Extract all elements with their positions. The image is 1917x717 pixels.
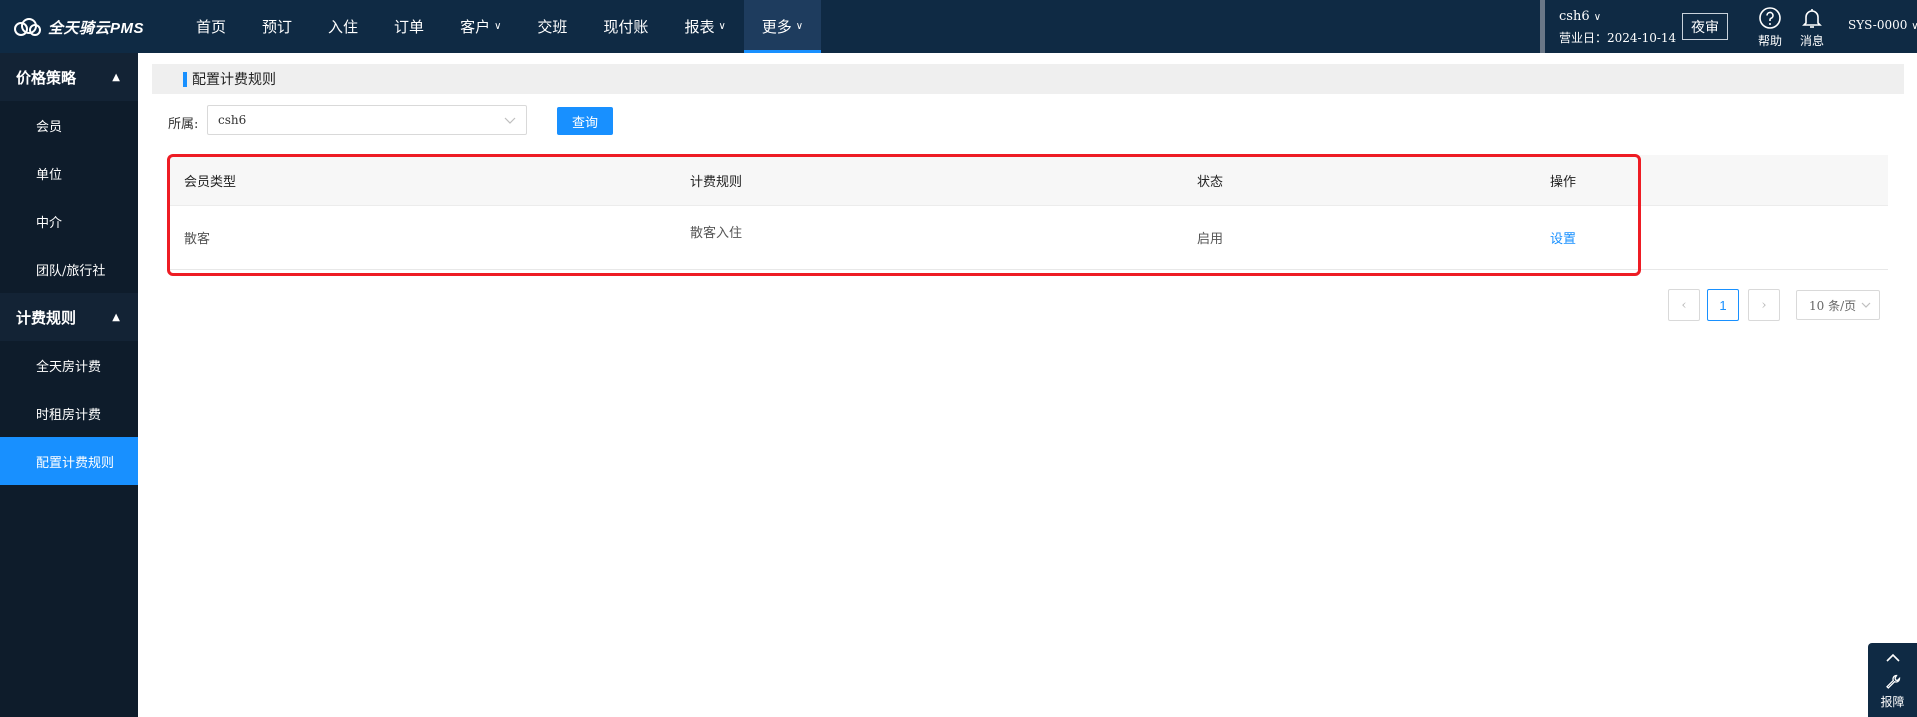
- sidebar-item-configure-billing-rules[interactable]: 配置计费规则: [0, 437, 138, 485]
- sidebar-item-label: 团队/旅行社: [36, 263, 106, 279]
- cell-status: 启用: [1197, 232, 1224, 247]
- nav-label: 入住: [328, 18, 359, 36]
- sidebar-item-label: 单位: [36, 167, 63, 183]
- night-audit-button[interactable]: 夜审: [1682, 13, 1728, 40]
- sidebar-item-label: 配置计费规则: [36, 455, 115, 471]
- chevron-up-icon: ▲: [112, 71, 120, 83]
- chevron-down-icon: ∨: [1911, 21, 1917, 32]
- column-header-billing-rule: 计费规则: [690, 174, 743, 190]
- sidebar: 价格策略 ▲ 会员 单位 中介 团队/旅行社 计费规则 ▲ 全天房计费 时租房计…: [0, 53, 138, 717]
- hotel-name: csh6: [1559, 9, 1590, 24]
- user-menu[interactable]: SYS-0000 ∨: [1848, 18, 1917, 32]
- nav-orders[interactable]: 订单: [376, 0, 442, 53]
- chevron-down-icon: [504, 117, 516, 124]
- nav-cash-account[interactable]: 现付账: [585, 0, 666, 53]
- help-label: 帮助: [1757, 34, 1782, 48]
- query-button[interactable]: 查询: [557, 107, 613, 135]
- nav-more[interactable]: 更多 ∨: [743, 0, 822, 53]
- sidebar-item-label: 中介: [36, 215, 63, 231]
- help-icon: [1759, 7, 1781, 29]
- column-header-action: 操作: [1550, 174, 1577, 190]
- table-row: 散客 散客入住 启用 设置: [168, 206, 1888, 270]
- messages-button[interactable]: 消息: [1795, 6, 1829, 49]
- wrench-icon: [1885, 674, 1900, 689]
- chevron-up-icon: [1885, 653, 1900, 662]
- nav-label: 首页: [196, 18, 227, 36]
- sidebar-item-label: 会员: [36, 119, 63, 135]
- support-widget[interactable]: 报障: [1868, 643, 1917, 717]
- filter-label: 所属:: [168, 117, 199, 132]
- page-header: 配置计费规则: [152, 64, 1904, 94]
- chevron-up-icon: ▲: [112, 311, 120, 323]
- sidebar-item-label: 全天房计费: [36, 359, 102, 375]
- brand-logo[interactable]: 全天骑云PMS: [12, 14, 144, 40]
- page-title: 配置计费规则: [192, 72, 276, 88]
- nav-reports[interactable]: 报表 ∨: [666, 0, 743, 53]
- page-size-value: 10 条/页: [1809, 298, 1857, 313]
- nav-label: 客户: [460, 18, 491, 36]
- sidebar-item-hourly-billing[interactable]: 时租房计费: [0, 389, 138, 437]
- column-header-member-type: 会员类型: [184, 174, 237, 190]
- hotel-selector[interactable]: csh6 ∨: [1559, 9, 1601, 24]
- column-header-status: 状态: [1197, 174, 1224, 190]
- sidebar-item-agent[interactable]: 中介: [0, 197, 138, 245]
- messages-label: 消息: [1799, 34, 1824, 48]
- chevron-right-icon: ›: [1761, 297, 1767, 313]
- page-size-select[interactable]: 10 条/页: [1796, 290, 1880, 320]
- business-date: 营业日：2024-10-14: [1559, 31, 1677, 45]
- chevron-left-icon: ‹: [1681, 297, 1687, 313]
- next-page-button[interactable]: ›: [1748, 289, 1780, 321]
- help-button[interactable]: 帮助: [1753, 6, 1787, 49]
- settings-link[interactable]: 设置: [1550, 228, 1576, 247]
- cloud-logo-icon: [14, 18, 41, 36]
- chevron-down-icon: [1861, 302, 1871, 308]
- sidebar-group-title: 价格策略: [16, 68, 77, 87]
- nav-reservation[interactable]: 预订: [244, 0, 310, 53]
- chevron-down-icon: ∨: [1593, 12, 1602, 23]
- chevron-down-icon: ∨: [795, 21, 804, 32]
- sidebar-item-label: 时租房计费: [36, 407, 102, 423]
- sidebar-group-price-strategy[interactable]: 价格策略 ▲: [0, 53, 138, 101]
- nav-label: 报表: [684, 18, 715, 36]
- table-header: 会员类型 计费规则 状态 操作: [168, 155, 1888, 206]
- cell-billing-rule: 散客入住: [690, 226, 743, 241]
- nav-label: 交班: [537, 18, 568, 36]
- prev-page-button[interactable]: ‹: [1668, 289, 1700, 321]
- nav-home[interactable]: 首页: [178, 0, 244, 53]
- cell-member-type: 散客: [184, 232, 211, 247]
- bell-icon: [1802, 9, 1822, 28]
- nav-label: 预订: [262, 18, 293, 36]
- sidebar-group-title: 计费规则: [16, 308, 77, 327]
- chevron-down-icon: ∨: [494, 21, 502, 32]
- nav-label: 更多: [761, 18, 792, 36]
- page-button-current[interactable]: 1: [1707, 289, 1739, 321]
- sidebar-group-billing-rules[interactable]: 计费规则 ▲: [0, 293, 138, 341]
- nav-label: 订单: [394, 18, 425, 36]
- chevron-down-icon: ∨: [718, 21, 726, 32]
- billing-rules-table: 会员类型 计费规则 状态 操作 散客 散客入住 启用 设置: [168, 155, 1888, 270]
- top-bar: 全天骑云PMS 首页 预订 入住 订单 客户 ∨ 交班 现付账 报表 ∨ 更多 ∨ c…: [0, 0, 1917, 53]
- sidebar-item-member[interactable]: 会员: [0, 101, 138, 149]
- sidebar-item-full-day-billing[interactable]: 全天房计费: [0, 341, 138, 389]
- brand-name: 全天骑云PMS: [48, 19, 145, 37]
- user-name: SYS-0000: [1848, 18, 1908, 32]
- nav-shift[interactable]: 交班: [519, 0, 585, 53]
- property-select[interactable]: csh6: [207, 105, 527, 135]
- main-nav: 首页 预订 入住 订单 客户 ∨ 交班 现付账 报表 ∨ 更多 ∨: [178, 0, 822, 53]
- sidebar-item-group-travel[interactable]: 团队/旅行社: [0, 245, 138, 293]
- nav-customers[interactable]: 客户 ∨: [442, 0, 519, 53]
- select-value: csh6: [218, 113, 247, 127]
- report-issue-label: 报障: [1880, 695, 1905, 709]
- nav-checkin[interactable]: 入住: [310, 0, 376, 53]
- sidebar-item-company[interactable]: 单位: [0, 149, 138, 197]
- nav-label: 现付账: [603, 18, 649, 36]
